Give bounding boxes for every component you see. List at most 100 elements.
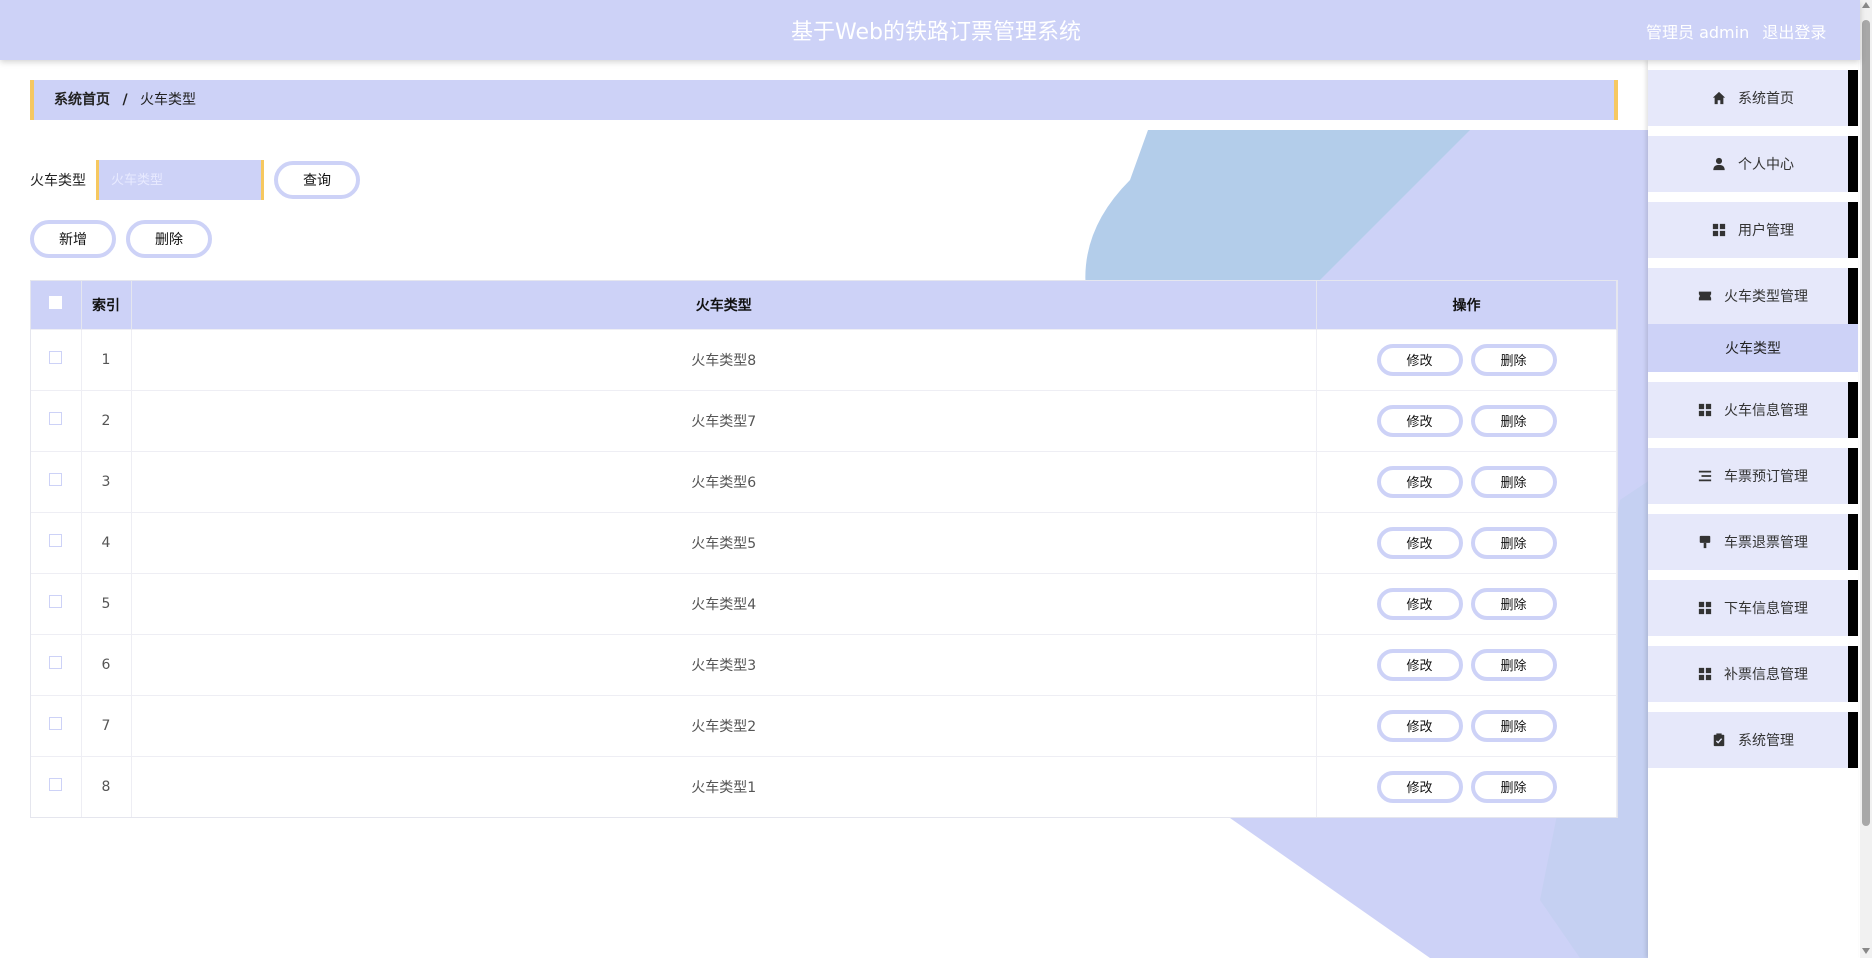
table-row: 1 火车类型8 修改 删除 [31,328,1617,390]
row-index: 8 [81,755,132,817]
column-header-type: 火车类型 [131,281,1317,329]
sidebar-item-label: 系统管理 [1738,733,1794,749]
scroll-thumb[interactable] [1862,20,1870,826]
sidebar-item-users[interactable]: 用户管理 [1648,202,1858,258]
add-button[interactable]: 新增 [30,220,116,258]
table-row: 8 火车类型1 修改 删除 [31,755,1617,817]
sidebar-item-label: 补票信息管理 [1724,667,1808,683]
sidebar-item-label: 系统首页 [1738,91,1794,107]
search-input[interactable] [96,160,264,200]
edit-button[interactable]: 修改 [1376,343,1463,376]
current-user: 管理员 admin [1646,23,1750,42]
breadcrumb-separator: / [122,92,128,108]
delete-button[interactable]: 删除 [1470,404,1557,437]
row-select-cell [31,755,82,817]
submenu-item-train-type[interactable]: 火车类型 [1648,324,1858,372]
row-actions: 修改 删除 [1316,389,1617,451]
row-actions: 修改 删除 [1316,633,1617,695]
row-checkbox[interactable] [49,351,63,364]
table-row: 2 火车类型7 修改 删除 [31,389,1617,451]
row-index: 6 [81,633,132,695]
app-title: 基于Web的铁路订票管理系统 [791,20,1081,45]
row-checkbox[interactable] [49,717,63,730]
edit-button[interactable]: 修改 [1376,770,1463,803]
user-icon [1712,157,1726,171]
sidebar-item-label: 车票预订管理 [1724,469,1808,485]
row-actions: 修改 删除 [1316,328,1617,390]
header-user-area: 管理员 admin 退出登录 [1646,19,1834,43]
select-all-cell [31,281,82,329]
home-icon [1712,91,1726,105]
sidebar-item-train-types[interactable]: 火车类型管理 [1648,268,1858,324]
delete-button[interactable]: 删除 [1470,648,1557,681]
row-select-cell [31,633,82,695]
row-checkbox[interactable] [49,534,63,547]
row-checkbox[interactable] [49,595,63,608]
table-row: 6 火车类型3 修改 删除 [31,633,1617,695]
sidebar-menu: 系统首页 个人中心 用户管理 火车类型管理 火车类型 火车信息管理 车票预订管理… [1648,60,1858,958]
row-index: 7 [81,694,132,756]
batch-delete-button[interactable]: 删除 [126,220,212,258]
sidebar-item-refund[interactable]: 车票退票管理 [1648,514,1858,570]
sidebar-item-label: 下车信息管理 [1724,601,1808,617]
delete-button[interactable]: 删除 [1470,770,1557,803]
breadcrumb-home[interactable]: 系统首页 [54,92,110,108]
scroll-down-arrow[interactable] [1862,948,1870,954]
ticket-icon [1698,289,1712,303]
row-select-cell [31,389,82,451]
row-train-type: 火车类型3 [131,633,1317,695]
sidebar-item-alighting[interactable]: 下车信息管理 [1648,580,1858,636]
sidebar-item-booking[interactable]: 车票预订管理 [1648,448,1858,504]
table-row: 5 火车类型4 修改 删除 [31,572,1617,634]
row-actions: 修改 删除 [1316,511,1617,573]
delete-button[interactable]: 删除 [1470,587,1557,620]
row-checkbox[interactable] [49,778,63,792]
table-row: 3 火车类型6 修改 删除 [31,450,1617,512]
row-train-type: 火车类型4 [131,572,1317,634]
sidebar-item-supplement[interactable]: 补票信息管理 [1648,646,1858,702]
row-index: 5 [81,572,132,634]
row-select-cell [31,328,82,390]
edit-button[interactable]: 修改 [1376,526,1463,559]
row-actions: 修改 删除 [1316,755,1617,817]
sidebar-item-label: 车票退票管理 [1724,535,1808,551]
row-checkbox[interactable] [49,412,63,425]
row-checkbox[interactable] [49,473,63,486]
sidebar-item-home[interactable]: 系统首页 [1648,70,1858,126]
table-row: 4 火车类型5 修改 删除 [31,511,1617,573]
row-select-cell [31,694,82,756]
edit-button[interactable]: 修改 [1376,709,1463,742]
grid-icon [1712,223,1726,237]
grid-icon [1698,403,1712,417]
row-actions: 修改 删除 [1316,450,1617,512]
page-scrollbar[interactable] [1860,0,1872,958]
edit-button[interactable]: 修改 [1376,465,1463,498]
row-actions: 修改 删除 [1316,694,1617,756]
column-header-actions: 操作 [1316,281,1617,329]
edit-button[interactable]: 修改 [1376,648,1463,681]
sidebar-item-system[interactable]: 系统管理 [1648,712,1858,768]
search-button[interactable]: 查询 [274,161,360,199]
row-checkbox[interactable] [49,656,63,669]
breadcrumb: 系统首页 / 火车类型 [30,80,1618,120]
clipboard-icon [1712,733,1726,747]
logout-link[interactable]: 退出登录 [1762,23,1826,42]
delete-button[interactable]: 删除 [1470,709,1557,742]
sidebar-item-profile[interactable]: 个人中心 [1648,136,1858,192]
grid-icon [1698,667,1712,681]
edit-button[interactable]: 修改 [1376,404,1463,437]
sidebar-item-label: 个人中心 [1738,157,1794,173]
scroll-up-arrow[interactable] [1862,2,1870,8]
delete-button[interactable]: 删除 [1470,465,1557,498]
select-all-checkbox[interactable] [49,296,63,310]
list-icon [1698,469,1712,483]
row-index: 2 [81,389,132,451]
sidebar-item-train-info[interactable]: 火车信息管理 [1648,382,1858,438]
delete-button[interactable]: 删除 [1470,526,1557,559]
edit-button[interactable]: 修改 [1376,587,1463,620]
row-train-type: 火车类型8 [131,328,1317,390]
brush-icon [1698,535,1712,549]
sidebar-item-label: 火车信息管理 [1724,403,1808,419]
column-header-index: 索引 [81,281,132,329]
delete-button[interactable]: 删除 [1470,343,1557,376]
